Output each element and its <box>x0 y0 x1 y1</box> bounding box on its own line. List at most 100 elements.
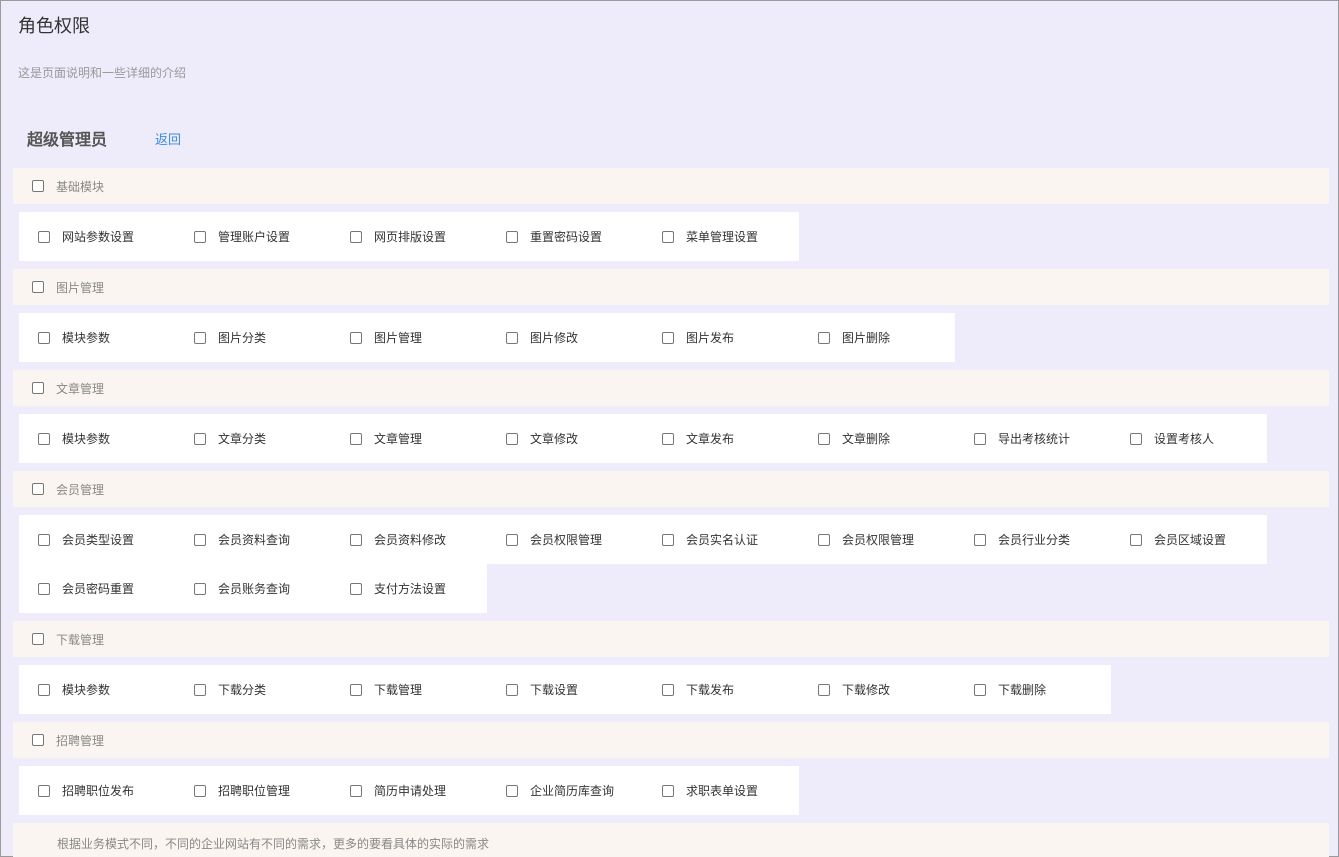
permission-checkbox[interactable] <box>38 533 50 546</box>
permission-checkbox[interactable] <box>194 331 206 344</box>
permission-checkbox[interactable] <box>662 533 674 546</box>
permission-checkbox[interactable] <box>350 683 362 696</box>
permission-item[interactable]: 下载删除 <box>955 665 1111 714</box>
section-header-basic[interactable]: 基础模块 <box>13 168 1329 204</box>
permission-checkbox[interactable] <box>350 230 362 243</box>
permission-checkbox[interactable] <box>350 582 362 595</box>
permission-checkbox[interactable] <box>662 230 674 243</box>
section-checkbox[interactable] <box>32 633 44 645</box>
permission-checkbox[interactable] <box>662 432 674 445</box>
permission-item[interactable]: 会员密码重置 <box>19 564 175 613</box>
permission-item[interactable]: 网页排版设置 <box>331 212 487 261</box>
permission-item[interactable]: 招聘职位发布 <box>19 766 175 815</box>
permission-item[interactable]: 下载修改 <box>799 665 955 714</box>
section-header-recruitment[interactable]: 招聘管理 <box>13 722 1329 758</box>
permission-checkbox[interactable] <box>1130 533 1142 546</box>
permission-checkbox[interactable] <box>662 784 674 797</box>
permission-item[interactable]: 企业简历库查询 <box>487 766 643 815</box>
permission-item[interactable]: 文章发布 <box>643 414 799 463</box>
permission-checkbox[interactable] <box>38 784 50 797</box>
permission-checkbox[interactable] <box>506 683 518 696</box>
section-checkbox[interactable] <box>32 483 44 495</box>
permission-item[interactable]: 重置密码设置 <box>487 212 643 261</box>
section-checkbox[interactable] <box>32 180 44 192</box>
permission-checkbox[interactable] <box>818 533 830 546</box>
permission-item[interactable]: 会员权限管理 <box>799 515 955 564</box>
back-link[interactable]: 返回 <box>155 129 181 148</box>
permission-checkbox[interactable] <box>818 432 830 445</box>
permission-item[interactable]: 下载发布 <box>643 665 799 714</box>
section-header-downloads[interactable]: 下载管理 <box>13 621 1329 657</box>
section-checkbox[interactable] <box>32 281 44 293</box>
permission-checkbox[interactable] <box>194 533 206 546</box>
permission-item[interactable]: 会员权限管理 <box>487 515 643 564</box>
permission-checkbox[interactable] <box>194 582 206 595</box>
permission-item[interactable]: 会员区域设置 <box>1111 515 1267 564</box>
permission-checkbox[interactable] <box>194 683 206 696</box>
permission-item[interactable]: 会员行业分类 <box>955 515 1111 564</box>
permission-checkbox[interactable] <box>662 683 674 696</box>
permission-item[interactable]: 模块参数 <box>19 665 175 714</box>
permission-item[interactable]: 文章分类 <box>175 414 331 463</box>
permission-checkbox[interactable] <box>506 533 518 546</box>
permission-item[interactable]: 下载管理 <box>331 665 487 714</box>
permission-checkbox[interactable] <box>194 784 206 797</box>
permission-checkbox[interactable] <box>974 683 986 696</box>
permission-item[interactable]: 图片分类 <box>175 313 331 362</box>
permission-checkbox[interactable] <box>38 230 50 243</box>
permission-item[interactable]: 简历申请处理 <box>331 766 487 815</box>
permission-item[interactable]: 会员资料修改 <box>331 515 487 564</box>
permission-checkbox[interactable] <box>350 533 362 546</box>
permission-item[interactable]: 会员资料查询 <box>175 515 331 564</box>
permission-checkbox[interactable] <box>974 432 986 445</box>
permission-checkbox[interactable] <box>818 683 830 696</box>
permission-checkbox[interactable] <box>194 432 206 445</box>
permission-item[interactable]: 会员账务查询 <box>175 564 331 613</box>
permission-item[interactable]: 下载设置 <box>487 665 643 714</box>
section-checkbox[interactable] <box>32 734 44 746</box>
permission-label: 企业简历库查询 <box>530 784 615 798</box>
permission-checkbox[interactable] <box>506 432 518 445</box>
permission-checkbox[interactable] <box>662 331 674 344</box>
section-header-articles[interactable]: 文章管理 <box>13 370 1329 406</box>
permission-item[interactable]: 招聘职位管理 <box>175 766 331 815</box>
permission-item[interactable]: 模块参数 <box>19 313 175 362</box>
permission-item[interactable]: 管理账户设置 <box>175 212 331 261</box>
permission-item[interactable]: 求职表单设置 <box>643 766 799 815</box>
permission-checkbox[interactable] <box>350 432 362 445</box>
permission-item[interactable]: 图片发布 <box>643 313 799 362</box>
permission-item[interactable]: 网站参数设置 <box>19 212 175 261</box>
permission-checkbox[interactable] <box>818 331 830 344</box>
permission-checkbox[interactable] <box>38 683 50 696</box>
permission-checkbox[interactable] <box>506 784 518 797</box>
section-label: 图片管理 <box>56 280 105 295</box>
permission-item[interactable]: 支付方法设置 <box>331 564 487 613</box>
permission-item[interactable]: 模块参数 <box>19 414 175 463</box>
permission-item[interactable]: 菜单管理设置 <box>643 212 799 261</box>
permission-checkbox[interactable] <box>350 784 362 797</box>
permission-item[interactable]: 会员实名认证 <box>643 515 799 564</box>
permission-label: 下载分类 <box>218 683 267 697</box>
section-header-images[interactable]: 图片管理 <box>13 269 1329 305</box>
permission-item[interactable]: 下载分类 <box>175 665 331 714</box>
permission-item[interactable]: 图片删除 <box>799 313 955 362</box>
permission-item[interactable]: 文章管理 <box>331 414 487 463</box>
permission-checkbox[interactable] <box>38 432 50 445</box>
permission-item[interactable]: 文章修改 <box>487 414 643 463</box>
permission-item[interactable]: 会员类型设置 <box>19 515 175 564</box>
permission-checkbox[interactable] <box>506 230 518 243</box>
permission-checkbox[interactable] <box>194 230 206 243</box>
permission-item[interactable]: 设置考核人 <box>1111 414 1267 463</box>
section-header-members[interactable]: 会员管理 <box>13 471 1329 507</box>
section-checkbox[interactable] <box>32 382 44 394</box>
permission-checkbox[interactable] <box>38 582 50 595</box>
permission-checkbox[interactable] <box>38 331 50 344</box>
permission-item[interactable]: 文章删除 <box>799 414 955 463</box>
permission-item[interactable]: 图片管理 <box>331 313 487 362</box>
permission-item[interactable]: 图片修改 <box>487 313 643 362</box>
permission-checkbox[interactable] <box>974 533 986 546</box>
permission-checkbox[interactable] <box>1130 432 1142 445</box>
permission-item[interactable]: 导出考核统计 <box>955 414 1111 463</box>
permission-checkbox[interactable] <box>506 331 518 344</box>
permission-checkbox[interactable] <box>350 331 362 344</box>
